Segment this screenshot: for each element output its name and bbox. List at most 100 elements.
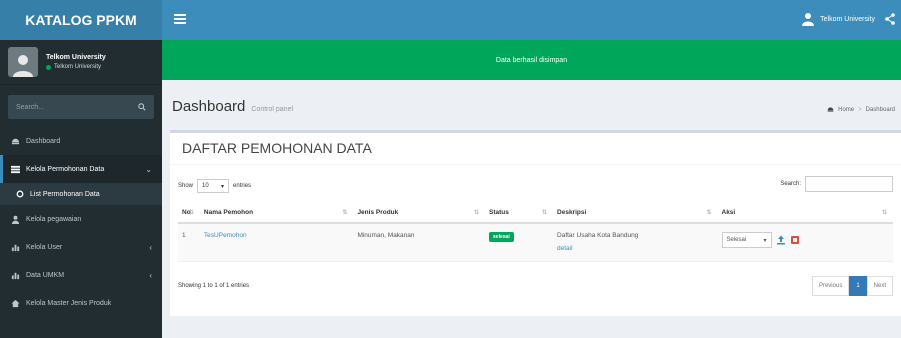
online-dot-icon [46, 64, 51, 70]
data-box: DAFTAR PEMOHONAN DATA Show 10 ▾ entries … [170, 130, 901, 316]
upload-icon[interactable] [776, 235, 786, 245]
sidebar-item-label: Kelola Permohonan Data [26, 165, 105, 173]
chevron-down-icon: ⌄ [145, 164, 152, 174]
page-title-text: Dashboard [172, 98, 246, 115]
sidebar-item-label: Dashboard [26, 137, 61, 145]
column-header-nama[interactable]: Nama Pemohon ⇅ [199, 203, 354, 224]
sidebar-item-kelola-user[interactable]: Kelola User ‹ [0, 233, 162, 261]
sidebar-item-label: Kelola pegawaian [26, 215, 82, 223]
cell-status: selesai [485, 223, 554, 262]
pagination: Previous 1 Next [811, 276, 893, 296]
top-user-menu[interactable]: Telkom University [802, 12, 875, 26]
top-navbar: Telkom University [162, 0, 901, 40]
dashboard-icon [10, 136, 20, 146]
app-logo[interactable]: KATALOG PPKM [0, 0, 162, 40]
sort-icon: ⇅ [188, 210, 194, 216]
column-header-jenis[interactable]: Jenis Produk ⇅ [353, 203, 486, 224]
status-select-value: Selesai [726, 237, 747, 243]
sidebar-item-dashboard[interactable]: Dashboard [0, 127, 162, 155]
search-icon[interactable] [138, 103, 146, 111]
app-root: KATALOG PPKM Telkom University Telkom Un… [0, 0, 901, 338]
page-subtitle: Control panel [251, 106, 294, 113]
breadcrumb: Home > Dashboard [827, 106, 895, 113]
sidebar-item-kelola-master[interactable]: Kelola Master Jenis Produk [0, 289, 162, 317]
sidebar-search-placeholder: Search... [16, 103, 45, 111]
column-header-deskripsi[interactable]: Deskripsi ⇅ [553, 203, 718, 224]
breadcrumb-current: Dashboard [865, 106, 895, 113]
sidebar-item-label: Data UMKM [26, 271, 65, 279]
top-user-name: Telkom University [820, 15, 875, 23]
user-avatar-icon [802, 13, 815, 26]
menu-toggle-icon[interactable] [174, 14, 186, 24]
user-status: Telkom University [46, 64, 106, 70]
cell-nama: TesUPemohon [199, 223, 354, 262]
sidebar-subitem-label: List Permohonan Data [30, 190, 100, 198]
chevron-left-icon: ‹ [149, 242, 152, 252]
showing-info: Showing 1 to 1 of 1 entries [178, 283, 250, 289]
aksi-group: Selesai ▾ [721, 232, 890, 248]
share-icon[interactable] [885, 13, 895, 25]
delete-icon[interactable] [790, 235, 800, 245]
user-status-label: Telkom University [54, 64, 102, 70]
search-input[interactable] [805, 176, 893, 192]
show-label: Show [178, 183, 194, 189]
user-info: Telkom University Telkom University [46, 54, 106, 70]
cell-aksi: Selesai ▾ [717, 223, 893, 262]
cell-no: 1 [178, 223, 200, 262]
sidebar-subitem-list-permohonan[interactable]: List Permohonan Data [0, 183, 162, 205]
pagination-page[interactable]: 1 [849, 276, 867, 296]
column-header-aksi[interactable]: Aksi ⇅ [717, 203, 893, 224]
user-panel: Telkom University Telkom University [0, 40, 162, 85]
box-title: DAFTAR PEMOHONAN DATA [182, 140, 372, 156]
breadcrumb-home[interactable]: Home [838, 107, 854, 113]
column-header-no[interactable]: No ⇅ [178, 203, 200, 224]
pemohon-link[interactable]: TesUPemohon [204, 232, 247, 239]
circle-icon [16, 190, 24, 198]
sort-icon: ⇅ [474, 210, 480, 216]
table-row: 1 TesUPemohon Minuman, Makanan selesai D… [178, 223, 893, 262]
sidebar-item-label: Kelola User [26, 243, 63, 251]
sidebar: Telkom University Telkom University Sear… [0, 40, 162, 338]
cell-deskripsi: Daftar Usaha Kota Bandung detail [553, 223, 718, 262]
home-icon [10, 298, 20, 308]
breadcrumb-separator: > [858, 106, 862, 113]
cell-jenis: Minuman, Makanan [353, 223, 486, 262]
entries-value: 10 [202, 183, 209, 189]
chart-icon [10, 270, 20, 280]
entries-label: entries [233, 183, 252, 189]
show-entries: Show 10 ▾ entries [178, 179, 251, 193]
sidebar-search-input[interactable]: Search... [8, 95, 154, 119]
status-select[interactable]: Selesai ▾ [721, 232, 772, 248]
table-search: Search: [780, 176, 893, 192]
status-badge: selesai [489, 232, 514, 242]
sidebar-item-data-umkm[interactable]: Data UMKM ‹ [0, 261, 162, 289]
pagination-next[interactable]: Next [866, 276, 893, 296]
user-avatar-icon [13, 55, 33, 77]
search-label: Search: [780, 181, 801, 187]
chart-icon [10, 242, 20, 252]
user-name: Telkom University [46, 54, 106, 61]
sort-icon: ⇅ [342, 210, 348, 216]
divider [170, 164, 901, 165]
success-alert: Data berhasil disimpan [162, 40, 901, 80]
entries-select[interactable]: 10 ▾ [197, 179, 230, 193]
sort-icon: ⇅ [706, 210, 712, 216]
table-header-row: No ⇅ Nama Pemohon ⇅ Jenis Produk ⇅ Status ⇅ … [178, 203, 893, 224]
detail-link[interactable]: detail [557, 245, 713, 252]
chevron-down-icon: ▾ [763, 237, 767, 244]
avatar [8, 47, 38, 77]
chevron-down-icon: ▾ [221, 183, 225, 190]
page-title: Dashboard Control panel [172, 98, 293, 115]
data-table: No ⇅ Nama Pemohon ⇅ Jenis Produk ⇅ Status ⇅ … [178, 203, 893, 262]
sort-icon: ⇅ [881, 210, 887, 216]
sidebar-item-kelola-permohonan[interactable]: Kelola Permohonan Data ⌄ [0, 155, 162, 183]
sidebar-item-label: Kelola Master Jenis Produk [26, 299, 112, 307]
column-header-status[interactable]: Status ⇅ [485, 203, 554, 224]
deskripsi-text: Daftar Usaha Kota Bandung [557, 232, 639, 239]
chevron-left-icon: ‹ [149, 270, 152, 280]
sort-icon: ⇅ [541, 210, 548, 216]
sidebar-item-kelola-pegawaian[interactable]: Kelola pegawaian [0, 205, 162, 233]
list-icon [10, 164, 20, 174]
users-icon [10, 214, 20, 224]
pagination-previous[interactable]: Previous [811, 276, 850, 296]
